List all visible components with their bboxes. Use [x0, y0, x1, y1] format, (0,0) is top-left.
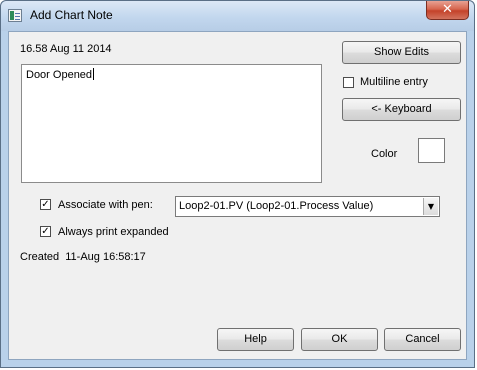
associate-pen-checkbox[interactable]: ✓ [40, 199, 51, 210]
note-text: Door Opened [26, 69, 93, 81]
chevron-down-icon[interactable]: ▼ [423, 198, 438, 215]
close-button[interactable]: ✕ [426, 1, 469, 20]
associate-pen-label: Associate with pen: [58, 199, 153, 211]
close-icon: ✕ [442, 2, 453, 17]
text-caret [93, 68, 95, 80]
note-timestamp: 16.58 Aug 11 2014 [20, 43, 112, 55]
window-title: Add Chart Note [30, 8, 113, 22]
checkmark-icon: ✓ [41, 226, 50, 237]
created-timestamp: Created 11-Aug 16:58:17 [20, 251, 146, 263]
ok-button[interactable]: OK [301, 328, 378, 351]
always-print-label: Always print expanded [58, 226, 169, 238]
pen-select-dropdown[interactable]: Loop2-01.PV (Loop2-01.Process Value) ▼ [175, 196, 440, 217]
keyboard-button[interactable]: <- Keyboard [342, 98, 461, 121]
cancel-button[interactable]: Cancel [384, 328, 461, 351]
pen-selected-value: Loop2-01.PV (Loop2-01.Process Value) [179, 200, 374, 212]
title-bar[interactable]: Add Chart Note ✕ [1, 1, 474, 31]
checkmark-icon: ✓ [41, 199, 50, 210]
show-edits-button[interactable]: Show Edits [342, 41, 461, 64]
color-picker-swatch[interactable] [418, 138, 445, 163]
dialog-window: Add Chart Note ✕ 16.58 Aug 11 2014 Door … [0, 0, 475, 368]
multiline-label: Multiline entry [360, 76, 428, 88]
always-print-checkbox[interactable]: ✓ [40, 226, 51, 237]
color-label: Color [371, 148, 398, 160]
dialog-body: 16.58 Aug 11 2014 Door Opened Show Edits… [8, 31, 467, 360]
multiline-checkbox[interactable] [343, 77, 354, 88]
help-button[interactable]: Help [217, 328, 294, 351]
chart-note-app-icon [8, 9, 22, 22]
note-text-area[interactable]: Door Opened [21, 64, 322, 183]
